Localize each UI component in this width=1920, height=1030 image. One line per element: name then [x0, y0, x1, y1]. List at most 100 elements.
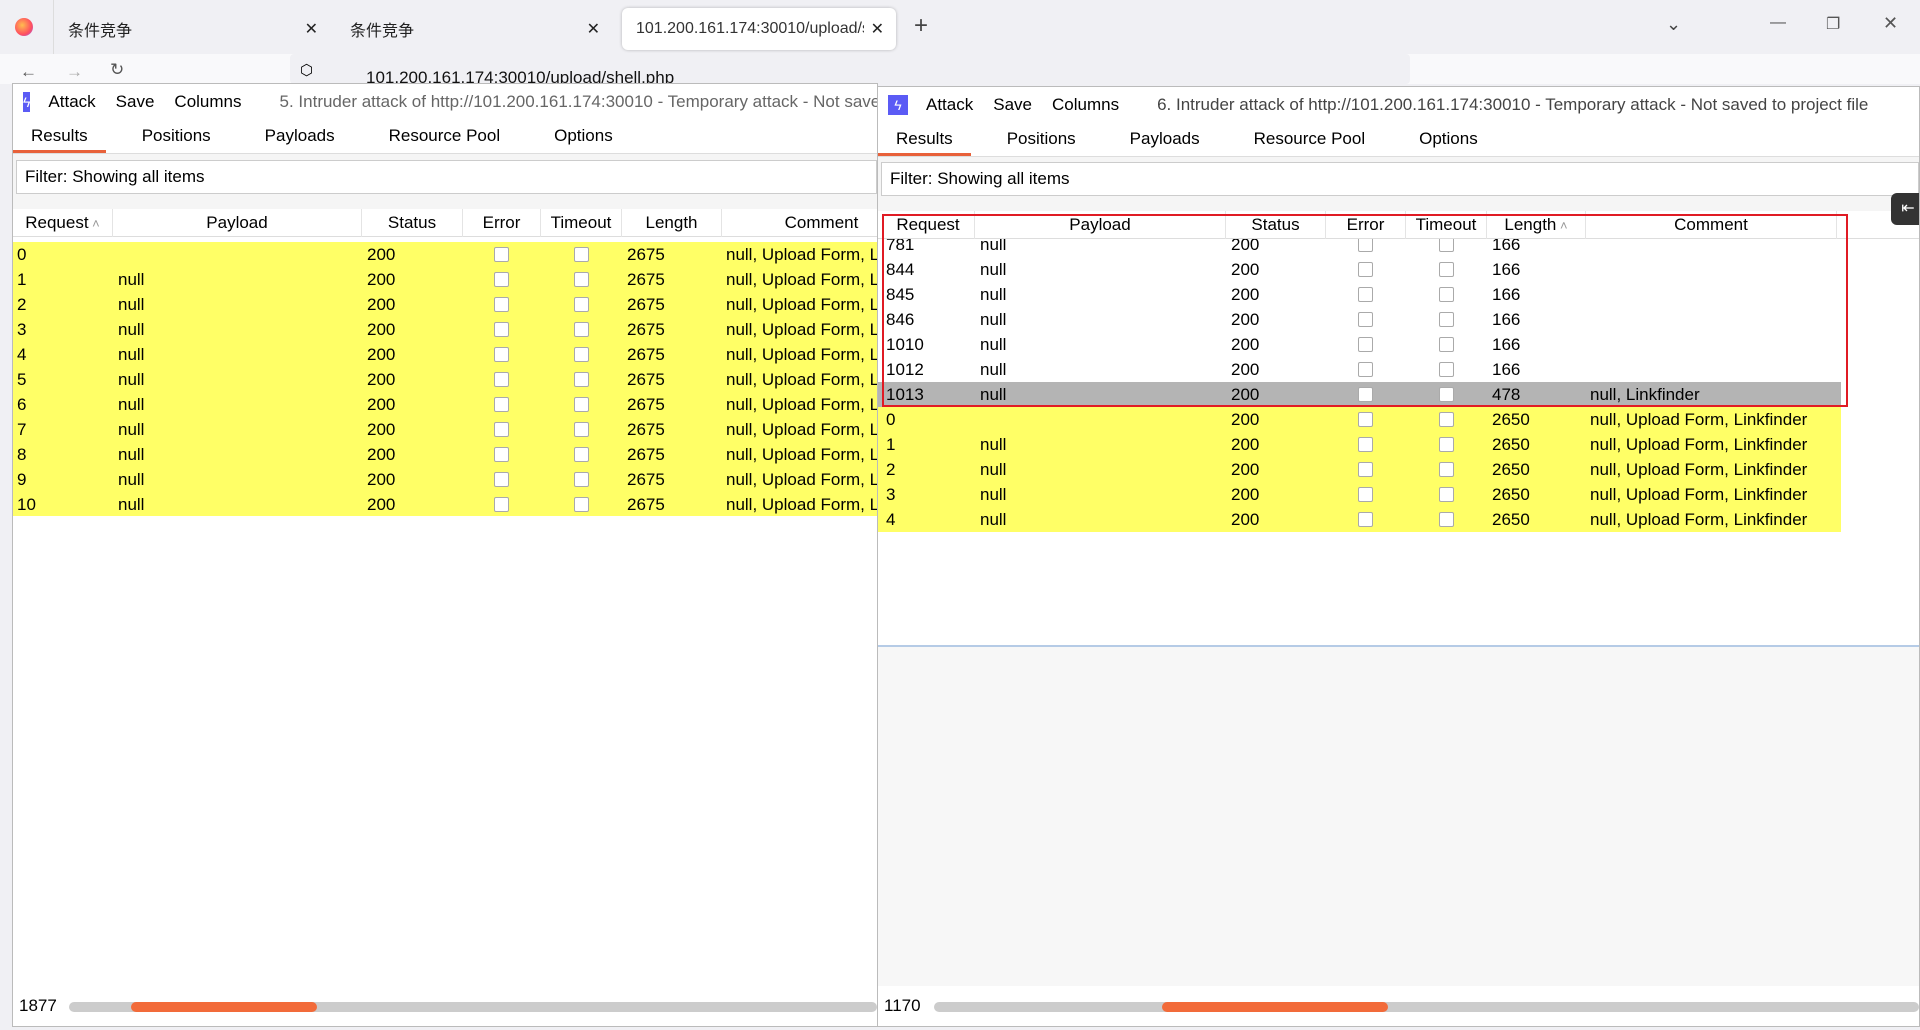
progress-scrollbar[interactable] [69, 1002, 877, 1012]
column-header-comment[interactable]: Comment [1586, 211, 1837, 239]
table-row[interactable]: 8 null 200 2675 null, Upload Form, Linkfinde… [13, 442, 877, 467]
column-header-error[interactable]: Error [463, 209, 541, 237]
column-header-status[interactable]: Status [1226, 211, 1326, 239]
chevron-down-icon[interactable]: ⌄ [1666, 14, 1681, 35]
table-row[interactable]: 1 null 200 2650 null, Upload Form, Linkfinde… [878, 432, 1841, 457]
tab-results[interactable]: Results [13, 120, 106, 153]
column-header-payload[interactable]: Payload [975, 211, 1226, 239]
browser-tab-2[interactable]: 条件竞争 ✕ [336, 8, 612, 50]
column-header-comment[interactable]: Comment [722, 209, 877, 237]
timeout-checkbox[interactable] [1438, 237, 1454, 252]
column-header-payload[interactable]: Payload [113, 209, 362, 237]
menu-save[interactable]: Save [993, 95, 1032, 115]
tab-options[interactable]: Options [536, 120, 631, 153]
menu-columns[interactable]: Columns [1052, 95, 1119, 115]
table-row[interactable]: 1013 null 200 478 null, Linkfinder [878, 382, 1841, 407]
error-checkbox[interactable] [1358, 287, 1373, 302]
scrollbar-thumb[interactable] [131, 1002, 318, 1012]
new-tab-icon[interactable]: + [914, 12, 928, 40]
table-row[interactable]: 1012 null 200 166 [878, 357, 1841, 382]
back-icon[interactable]: ← [20, 62, 37, 82]
error-checkbox[interactable] [494, 397, 509, 412]
error-checkbox[interactable] [494, 297, 509, 312]
table-row[interactable]: 0 200 2650 null, Upload Form, Linkfinder [878, 407, 1841, 432]
menu-columns[interactable]: Columns [174, 92, 241, 112]
error-checkbox[interactable] [1358, 262, 1373, 277]
timeout-checkbox[interactable] [573, 297, 589, 312]
tab-resource-pool[interactable]: Resource Pool [1236, 123, 1384, 156]
table-row[interactable]: 3 null 200 2675 null, Upload Form, Linkfinde… [13, 317, 877, 342]
timeout-checkbox[interactable] [1438, 312, 1454, 327]
table-row[interactable]: 844 null 200 166 [878, 257, 1841, 282]
timeout-checkbox[interactable] [1438, 362, 1454, 377]
forward-icon[interactable]: → [66, 62, 83, 82]
timeout-checkbox[interactable] [573, 322, 589, 337]
error-checkbox[interactable] [1358, 412, 1373, 427]
table-row[interactable]: 10 null 200 2675 null, Upload Form, Linkfind… [13, 492, 877, 517]
timeout-checkbox[interactable] [573, 272, 589, 287]
timeout-checkbox[interactable] [1438, 262, 1454, 277]
tab-options[interactable]: Options [1401, 123, 1496, 156]
column-header-status[interactable]: Status [362, 209, 463, 237]
filter-bar[interactable]: Filter: Showing all items [16, 160, 877, 194]
timeout-checkbox[interactable] [1438, 512, 1454, 527]
timeout-checkbox[interactable] [573, 497, 589, 512]
tab-resource-pool[interactable]: Resource Pool [371, 120, 519, 153]
table-row[interactable]: 1010 null 200 166 [878, 332, 1841, 357]
timeout-checkbox[interactable] [573, 447, 589, 462]
timeout-checkbox[interactable] [1438, 337, 1454, 352]
error-checkbox[interactable] [494, 347, 509, 362]
close-icon[interactable]: ✕ [871, 19, 884, 39]
tab-results[interactable]: Results [878, 123, 971, 156]
error-checkbox[interactable] [1358, 462, 1373, 477]
timeout-checkbox[interactable] [1438, 487, 1454, 502]
table-row[interactable]: 2 null 200 2650 null, Upload Form, Linkfinde… [878, 457, 1841, 482]
close-window-icon[interactable]: ✕ [1883, 13, 1898, 34]
timeout-checkbox[interactable] [1438, 287, 1454, 302]
table-row[interactable]: 1 null 200 2675 null, Upload Form, Linkfinde… [13, 267, 877, 292]
tab-positions[interactable]: Positions [989, 123, 1094, 156]
column-header-request[interactable]: Request [882, 211, 975, 239]
error-checkbox[interactable] [494, 247, 509, 262]
error-checkbox[interactable] [1358, 387, 1373, 402]
column-header-length[interactable]: Length ˄ [1487, 211, 1586, 239]
table-row[interactable]: 3 null 200 2650 null, Upload Form, Linkfinde… [878, 482, 1841, 507]
timeout-checkbox[interactable] [573, 372, 589, 387]
timeout-checkbox[interactable] [573, 247, 589, 262]
timeout-checkbox[interactable] [573, 347, 589, 362]
menu-attack[interactable]: Attack [926, 95, 973, 115]
scrollbar-thumb[interactable] [1161, 1002, 1389, 1012]
error-checkbox[interactable] [494, 322, 509, 337]
error-checkbox[interactable] [1358, 337, 1373, 352]
menu-save[interactable]: Save [116, 92, 155, 112]
error-checkbox[interactable] [1358, 487, 1373, 502]
timeout-checkbox[interactable] [1438, 412, 1454, 427]
error-checkbox[interactable] [494, 422, 509, 437]
table-row[interactable]: 845 null 200 166 [878, 282, 1841, 307]
timeout-checkbox[interactable] [1438, 387, 1454, 402]
menu-attack[interactable]: Attack [48, 92, 95, 112]
timeout-checkbox[interactable] [1438, 462, 1454, 477]
table-row[interactable]: 7 null 200 2675 null, Upload Form, Linkfinde… [13, 417, 877, 442]
table-row[interactable]: 9 null 200 2675 null, Upload Form, Linkfinde… [13, 467, 877, 492]
error-checkbox[interactable] [1358, 312, 1373, 327]
tab-positions[interactable]: Positions [124, 120, 229, 153]
table-row[interactable]: 846 null 200 166 [878, 307, 1841, 332]
timeout-checkbox[interactable] [573, 422, 589, 437]
error-checkbox[interactable] [494, 372, 509, 387]
error-checkbox[interactable] [1358, 512, 1373, 527]
column-header-request[interactable]: Request ˄ [13, 209, 113, 237]
timeout-checkbox[interactable] [1438, 437, 1454, 452]
url-bar[interactable]: ⬡ 101.200.161.174:30010/upload/shell.php [290, 54, 1410, 87]
reload-icon[interactable]: ↻ [110, 60, 124, 80]
progress-scrollbar[interactable] [934, 1002, 1919, 1012]
error-checkbox[interactable] [1358, 237, 1373, 252]
close-icon[interactable]: ✕ [305, 19, 318, 39]
table-row[interactable]: 0 200 2675 null, Upload Form, Linkfinder [13, 242, 877, 267]
column-header-timeout[interactable]: Timeout [1406, 211, 1487, 239]
table-row[interactable]: 4 null 200 2675 null, Upload Form, Linkfinde… [13, 342, 877, 367]
error-checkbox[interactable] [494, 272, 509, 287]
minimize-icon[interactable]: — [1770, 14, 1786, 32]
timeout-checkbox[interactable] [573, 397, 589, 412]
browser-tab-active[interactable]: 101.200.161.174:30010/upload/s ✕ [622, 8, 896, 50]
